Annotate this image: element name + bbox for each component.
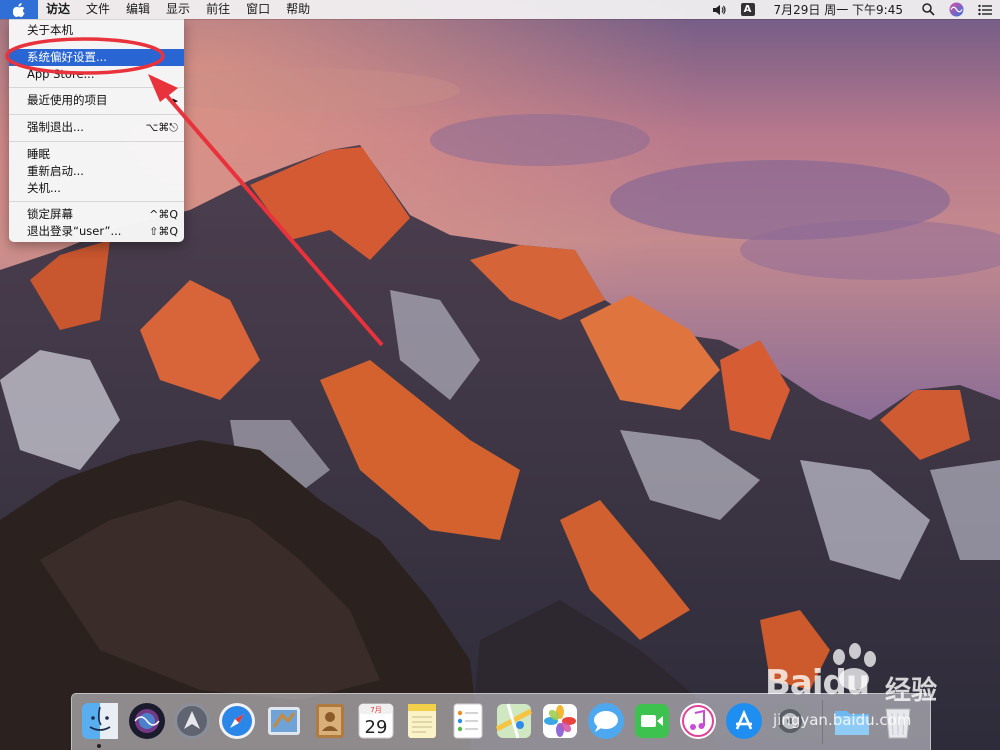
apple-icon [13,2,25,17]
notes-icon[interactable] [402,701,442,741]
watermark-brand: Baidu [765,663,870,703]
menu-item-lock-screen[interactable]: 锁定屏幕 ^⌘Q [9,206,184,223]
maps-icon[interactable] [494,701,534,741]
reminders-icon[interactable] [448,701,488,741]
notification-center-icon[interactable] [971,0,1000,19]
menu-item-force-quit[interactable]: 强制退出... ⌥⌘⎋ [9,119,184,136]
menu-separator [9,114,184,115]
menu-item-log-out[interactable]: 退出登录“user”... ⇧⌘Q [9,223,184,240]
facetime-icon[interactable] [632,701,672,741]
apple-menu-dropdown: 关于本机 系统偏好设置... App Store... 最近使用的项目 ▸ 强制退… [9,19,184,242]
clock[interactable]: 7月29日 周一 下午9:45 [762,0,915,19]
submenu-arrow-icon: ▸ [172,94,178,107]
menu-item-app-store[interactable]: App Store... [9,66,184,83]
watermark-label: 经验 [885,676,938,706]
calendar-day: 29 [365,717,388,738]
desktop: 访达 文件 编辑 显示 前往 窗口 帮助 A 7月29日 周一 下午9:45 关… [0,0,1000,750]
volume-icon[interactable] [705,0,734,19]
contacts-icon[interactable] [310,701,350,741]
menu-separator [9,201,184,202]
menu-edit[interactable]: 编辑 [118,0,158,19]
messages-icon[interactable] [586,701,626,741]
baidu-watermark: Baidu 经验 jingyan.baidu.com [735,643,1000,750]
menu-separator [9,141,184,142]
menu-window[interactable]: 窗口 [238,0,278,19]
menu-item-recent-items[interactable]: 最近使用的项目 ▸ [9,92,184,109]
menu-item-about-this-mac[interactable]: 关于本机 [9,22,184,39]
menu-help[interactable]: 帮助 [278,0,318,19]
input-source-icon[interactable]: A [734,0,762,19]
search-icon[interactable] [915,0,942,19]
safari-icon[interactable] [217,701,257,741]
menu-separator [9,87,184,88]
menu-bar: 访达 文件 编辑 显示 前往 窗口 帮助 A 7月29日 周一 下午9:45 [0,0,1000,19]
mail-icon[interactable] [264,701,304,741]
calendar-month: 7月 [370,706,381,714]
menu-finder[interactable]: 访达 [38,0,78,19]
photos-icon[interactable] [540,701,580,741]
menu-item-sleep[interactable]: 睡眠 [9,146,184,163]
siri-icon[interactable] [127,701,167,741]
menu-go[interactable]: 前往 [198,0,238,19]
watermark-url: jingyan.baidu.com [773,711,912,729]
menu-view[interactable]: 显示 [158,0,198,19]
menu-item-shutdown[interactable]: 关机... [9,180,184,197]
menu-item-restart[interactable]: 重新启动... [9,163,184,180]
calendar-icon[interactable]: 7月 29 [356,701,396,741]
menu-item-system-preferences[interactable]: 系统偏好设置... [9,49,184,66]
apple-menu-button[interactable] [0,0,38,19]
siri-icon[interactable] [942,0,971,19]
menu-file[interactable]: 文件 [78,0,118,19]
finder-icon[interactable] [80,701,120,741]
launchpad-icon[interactable] [172,701,212,741]
itunes-icon[interactable] [678,701,718,741]
finder-running-indicator [97,744,101,748]
